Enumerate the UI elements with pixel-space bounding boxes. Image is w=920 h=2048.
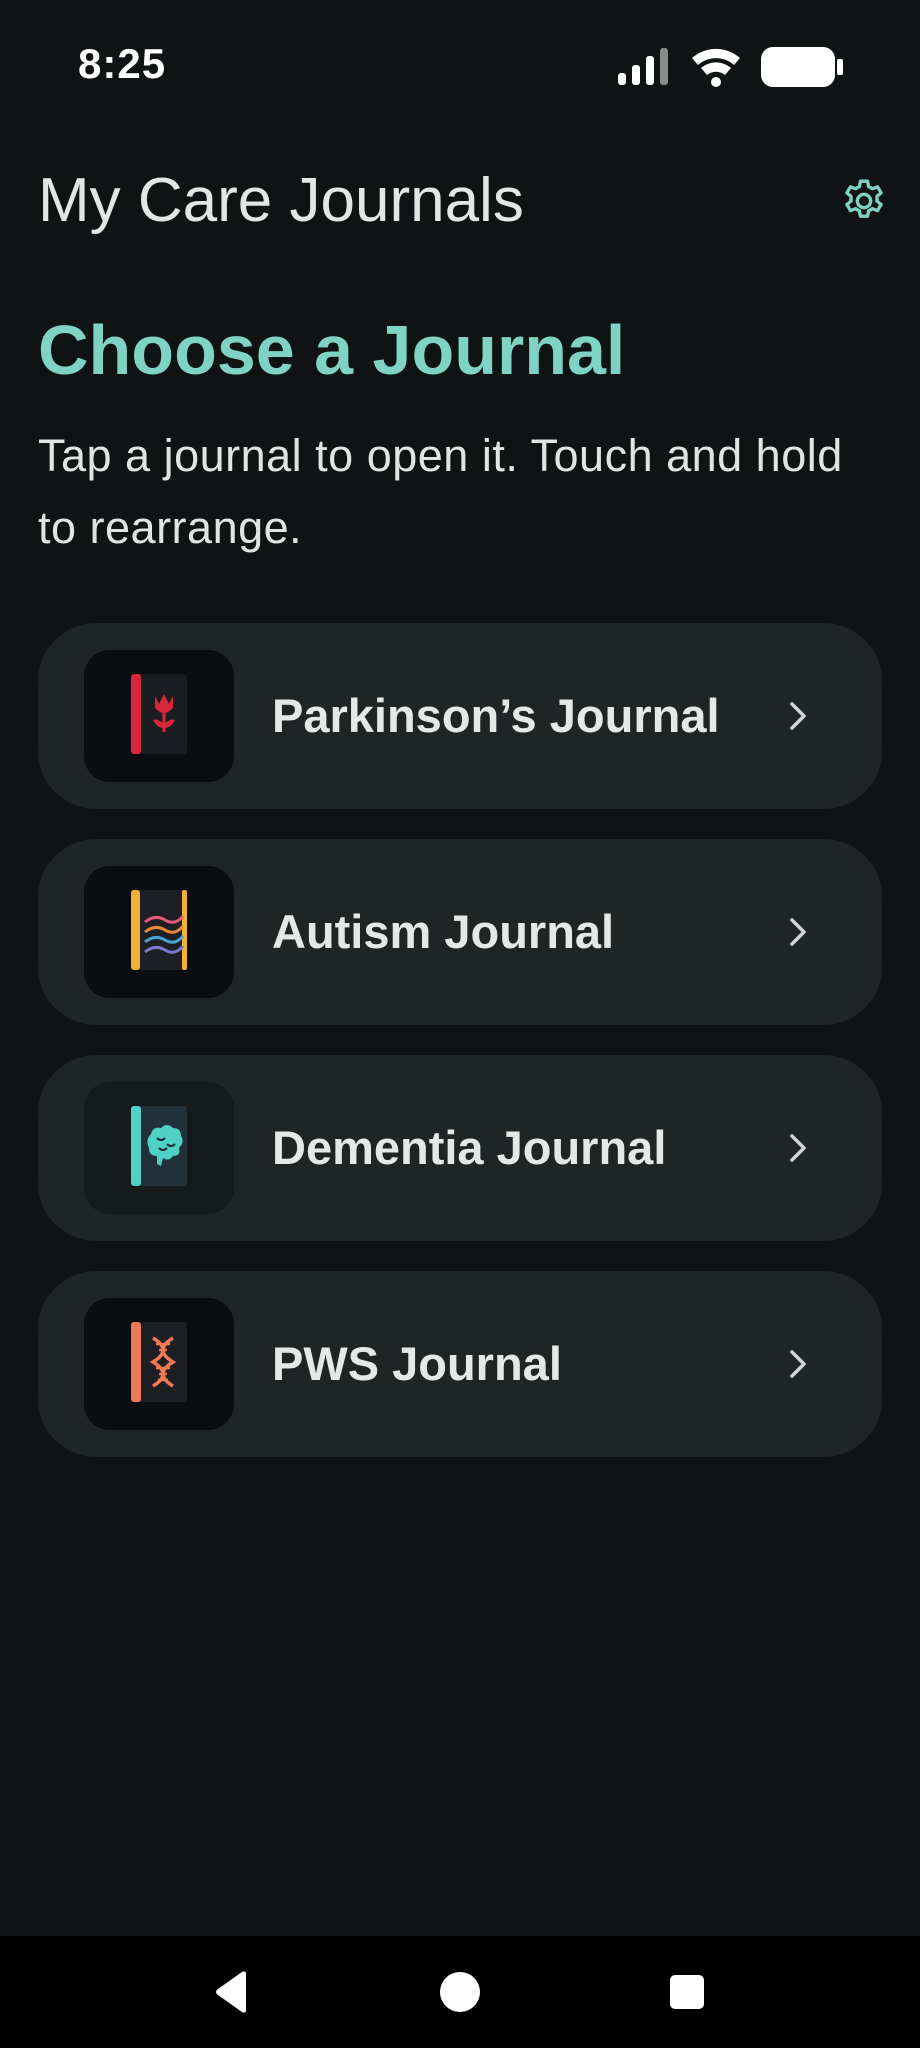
home-button[interactable] <box>436 1968 484 2016</box>
journal-card-autism[interactable]: Autism Journal <box>38 839 882 1025</box>
page-heading: Choose a Journal <box>38 311 626 389</box>
app-title: My Care Journals <box>38 166 524 235</box>
journal-list: Parkinson’s Journal Autism Journal Demen… <box>38 623 882 1487</box>
journal-icon-tile <box>84 1298 234 1430</box>
gear-icon <box>839 176 889 231</box>
app-header: My Care Journals <box>38 165 888 245</box>
recents-square-icon <box>670 1975 704 2009</box>
journal-card-parkinsons[interactable]: Parkinson’s Journal <box>38 623 882 809</box>
journal-icon-tile <box>84 866 234 998</box>
journal-card-pws[interactable]: PWS Journal <box>38 1271 882 1457</box>
status-time: 8:25 <box>78 40 167 87</box>
journal-card-dementia[interactable]: Dementia Journal <box>38 1055 882 1241</box>
dna-book-icon <box>127 1320 191 1409</box>
battery-icon <box>760 46 844 93</box>
settings-button[interactable] <box>832 171 896 235</box>
journal-title: PWS Journal <box>272 1337 562 1390</box>
back-button[interactable] <box>208 1968 256 2016</box>
signal-icon <box>616 47 672 92</box>
brain-book-icon <box>127 1104 191 1193</box>
back-triangle-icon <box>216 1971 246 2013</box>
chevron-right-icon <box>790 1350 806 1378</box>
journal-title: Parkinson’s Journal <box>272 689 720 742</box>
chevron-right-icon <box>790 702 806 730</box>
home-circle-icon <box>440 1972 480 2012</box>
chevron-right-icon <box>790 1134 806 1162</box>
tulip-book-icon <box>127 672 191 761</box>
instructions-text: Tap a journal to open it. Touch and hold… <box>38 430 843 553</box>
journal-title: Autism Journal <box>272 905 615 958</box>
wave-book-icon <box>127 888 191 977</box>
chevron-right-icon <box>790 918 806 946</box>
status-bar: 8:25 <box>0 0 920 140</box>
journal-icon-tile <box>84 1082 234 1214</box>
status-icons <box>616 46 844 93</box>
journal-icon-tile <box>84 650 234 782</box>
journal-title: Dementia Journal <box>272 1121 667 1174</box>
navigation-bar <box>0 1936 920 2048</box>
wifi-icon <box>690 46 742 93</box>
recents-button[interactable] <box>663 1968 711 2016</box>
